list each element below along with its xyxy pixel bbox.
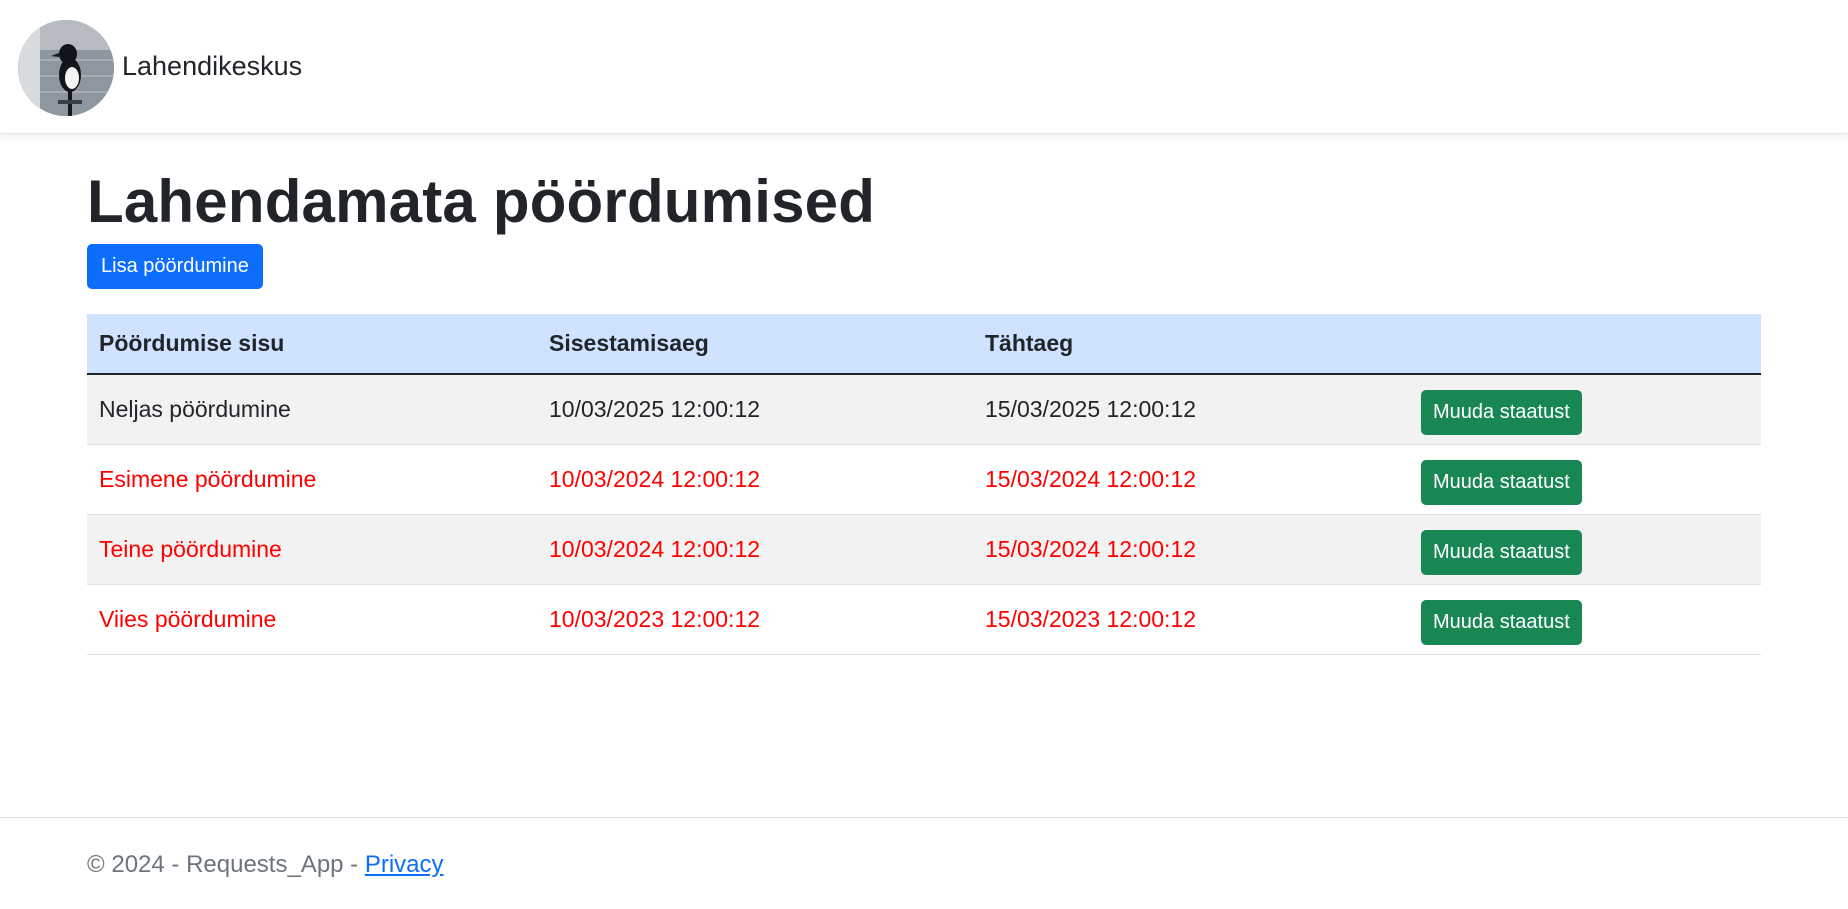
request-content: Teine pöördumine <box>87 514 537 585</box>
table-row: Esimene pöördumine 10/03/2024 12:00:12 1… <box>87 444 1761 515</box>
footer-text: © 2024 - Requests_App - Privacy <box>87 850 444 880</box>
table-row: Teine pöördumine 10/03/2024 12:00:12 15/… <box>87 514 1761 585</box>
request-deadline: 15/03/2024 12:00:12 <box>973 514 1409 585</box>
copyright-text: © 2024 - Requests_App - <box>87 851 365 878</box>
request-actions-cell: Muuda staatust <box>1409 374 1761 445</box>
page-footer: © 2024 - Requests_App - Privacy <box>0 817 1848 909</box>
request-entered-time: 10/03/2024 12:00:12 <box>537 444 973 515</box>
magpie-icon <box>18 20 114 116</box>
request-content: Viies pöördumine <box>87 584 537 655</box>
add-request-button[interactable]: Lisa pöördumine <box>87 244 263 289</box>
column-header-content: Pöördumise sisu <box>87 314 537 375</box>
request-deadline: 15/03/2025 12:00:12 <box>973 374 1409 445</box>
table-header-row: Pöördumise sisu Sisestamisaeg Tähtaeg <box>87 314 1761 375</box>
request-actions-cell: Muuda staatust <box>1409 584 1761 655</box>
change-status-button[interactable]: Muuda staatust <box>1421 599 1582 645</box>
request-deadline: 15/03/2024 12:00:12 <box>973 444 1409 515</box>
change-status-button[interactable]: Muuda staatust <box>1421 529 1582 575</box>
request-actions-cell: Muuda staatust <box>1409 444 1761 515</box>
request-entered-time: 10/03/2023 12:00:12 <box>537 584 973 655</box>
table-row: Viies pöördumine 10/03/2023 12:00:12 15/… <box>87 584 1761 655</box>
column-header-actions <box>1409 314 1761 375</box>
request-content: Esimene pöördumine <box>87 444 537 515</box>
column-header-deadline: Tähtaeg <box>973 314 1409 375</box>
change-status-button[interactable]: Muuda staatust <box>1421 389 1582 435</box>
logo-image[interactable] <box>18 20 114 116</box>
request-actions-cell: Muuda staatust <box>1409 514 1761 585</box>
request-deadline: 15/03/2023 12:00:12 <box>973 584 1409 655</box>
request-entered-time: 10/03/2024 12:00:12 <box>537 514 973 585</box>
privacy-link[interactable]: Privacy <box>365 851 444 878</box>
top-navbar: Lahendikeskus <box>0 0 1848 134</box>
request-entered-time: 10/03/2025 12:00:12 <box>537 374 973 445</box>
request-content: Neljas pöördumine <box>87 374 537 445</box>
requests-table: Pöördumise sisu Sisestamisaeg Tähtaeg Ne… <box>87 314 1761 655</box>
change-status-button[interactable]: Muuda staatust <box>1421 459 1582 505</box>
brand-name[interactable]: Lahendikeskus <box>122 48 302 84</box>
table-row: Neljas pöördumine 10/03/2025 12:00:12 15… <box>87 374 1761 445</box>
page-title: Lahendamata pöördumised <box>87 168 876 235</box>
column-header-entered: Sisestamisaeg <box>537 314 973 375</box>
